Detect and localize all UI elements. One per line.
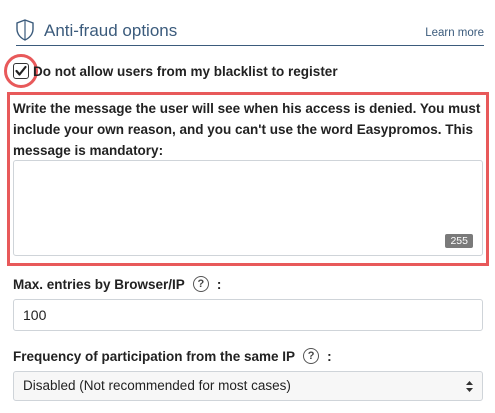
denied-message-textarea[interactable]: 255	[13, 160, 483, 256]
frequency-select[interactable]: Disabled (Not recommended for most cases…	[13, 371, 483, 401]
frequency-colon: :	[327, 348, 332, 364]
char-counter-badge: 255	[445, 234, 473, 248]
max-entries-input[interactable]: 100	[13, 299, 483, 331]
section-title: Anti-fraud options	[44, 21, 178, 40]
frequency-selected-value: Disabled (Not recommended for most cases…	[23, 378, 291, 393]
blacklist-label: Do not allow users from my blacklist to …	[33, 64, 338, 79]
frequency-label: Frequency of participation from the same…	[13, 348, 296, 364]
max-entries-label: Max. entries by Browser/IP	[13, 276, 185, 292]
checkmark-icon	[15, 65, 27, 76]
help-icon[interactable]: ?	[192, 276, 209, 292]
shield-icon	[16, 19, 34, 41]
blacklist-checkbox[interactable]	[13, 63, 29, 79]
learn-more-link[interactable]: Learn more	[425, 27, 484, 39]
max-entries-label-row: Max. entries by Browser/IP ? :	[13, 276, 221, 292]
max-entries-colon: :	[216, 276, 222, 292]
header-divider	[16, 45, 484, 46]
denied-message-label: Write the message the user will see when…	[13, 101, 481, 158]
select-arrows-icon	[466, 381, 473, 392]
section-header: Anti-fraud options Learn more	[16, 16, 484, 46]
help-icon[interactable]: ?	[303, 348, 320, 364]
frequency-label-row: Frequency of participation from the same…	[13, 348, 332, 364]
